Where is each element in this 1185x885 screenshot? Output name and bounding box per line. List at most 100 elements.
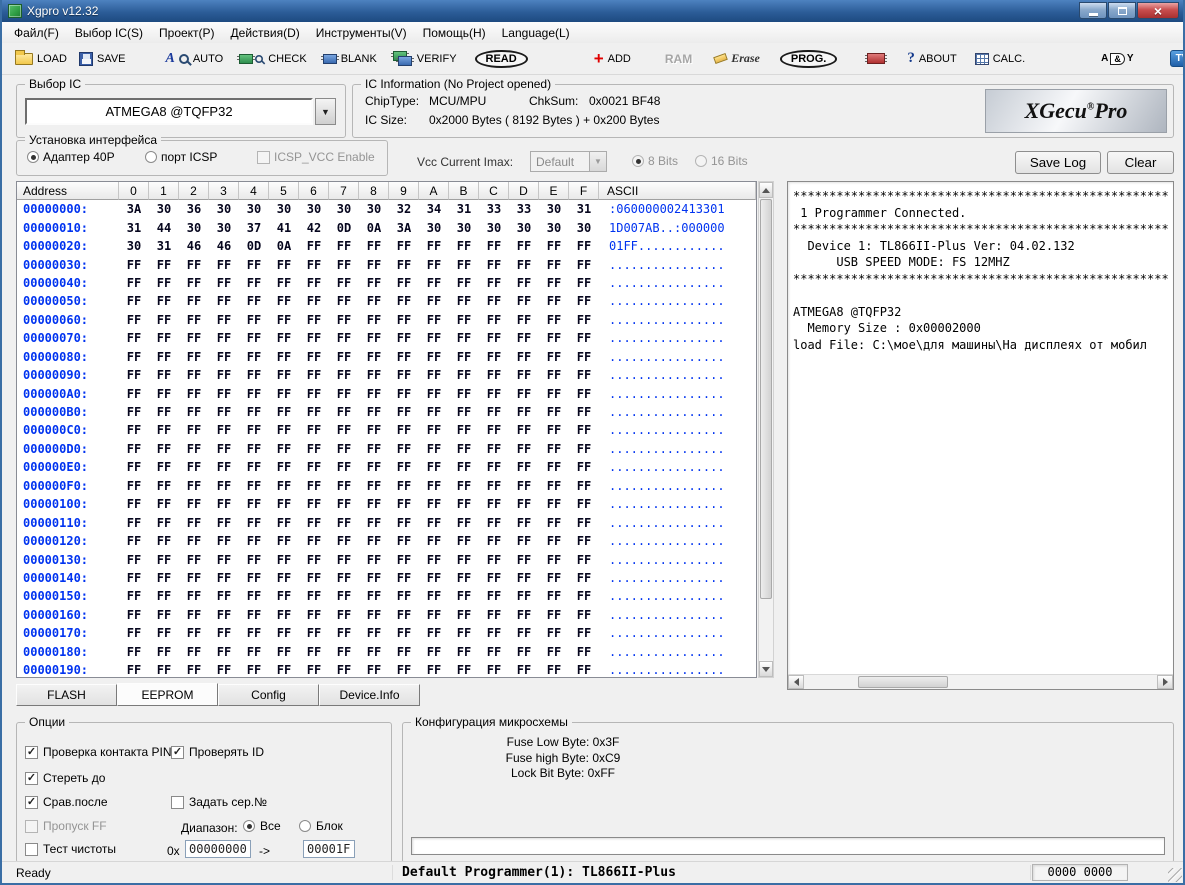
blank-button[interactable]: BLANK [320,51,380,67]
hex-byte[interactable]: FF [119,626,149,640]
hex-byte[interactable]: FF [329,497,359,511]
hex-byte[interactable]: FF [479,589,509,603]
scrollbar-thumb[interactable] [858,676,948,688]
hex-ascii[interactable]: ................ [599,479,756,493]
hex-byte[interactable]: FF [539,645,569,659]
hex-byte[interactable]: FF [269,294,299,308]
hex-byte[interactable]: FF [449,608,479,622]
hex-byte[interactable]: FF [329,313,359,327]
hex-byte[interactable]: FF [149,313,179,327]
hex-byte[interactable]: FF [419,368,449,382]
hex-byte[interactable]: FF [329,589,359,603]
hex-ascii[interactable]: ................ [599,387,756,401]
hex-byte[interactable]: FF [449,479,479,493]
hex-byte[interactable]: FF [239,368,269,382]
range-block-radio[interactable]: Блок [299,819,343,833]
hex-byte[interactable]: 30 [209,202,239,216]
hex-column-header[interactable]: 9 [389,182,419,200]
hex-byte[interactable]: FF [569,516,599,530]
hex-byte[interactable]: FF [299,553,329,567]
id-check-checkbox[interactable]: Проверять ID [171,745,264,759]
hex-byte[interactable]: FF [329,608,359,622]
hex-byte[interactable]: FF [119,331,149,345]
hex-byte[interactable]: FF [539,663,569,677]
hex-byte[interactable]: FF [179,460,209,474]
hex-byte[interactable]: FF [449,239,479,253]
hex-byte[interactable]: FF [389,589,419,603]
hex-byte[interactable]: FF [449,294,479,308]
hex-byte[interactable]: FF [239,405,269,419]
hex-byte[interactable]: FF [209,368,239,382]
hex-byte[interactable]: FF [149,553,179,567]
hex-byte[interactable]: FF [119,589,149,603]
hex-byte[interactable]: FF [329,553,359,567]
hex-byte[interactable]: FF [389,608,419,622]
hex-byte[interactable]: FF [539,258,569,272]
hex-byte[interactable]: FF [269,663,299,677]
hex-byte[interactable]: FF [239,553,269,567]
hex-byte[interactable]: FF [299,534,329,548]
hex-byte[interactable]: FF [389,313,419,327]
hex-byte[interactable]: FF [179,626,209,640]
hex-byte[interactable]: FF [149,294,179,308]
hex-byte[interactable]: FF [179,516,209,530]
hex-byte[interactable]: FF [359,516,389,530]
hex-byte[interactable]: FF [509,663,539,677]
hex-vertical-scrollbar[interactable] [758,181,774,678]
hex-byte[interactable]: FF [179,350,209,364]
hex-byte[interactable]: FF [359,460,389,474]
hex-byte[interactable]: FF [209,405,239,419]
hex-byte[interactable]: 31 [119,221,149,235]
hex-byte[interactable]: FF [389,663,419,677]
hex-ascii[interactable]: ................ [599,460,756,474]
hex-byte[interactable]: FF [119,313,149,327]
hex-byte[interactable]: FF [329,534,359,548]
serial-number-checkbox[interactable]: Задать сер.№ [171,795,267,809]
hex-byte[interactable]: FF [419,258,449,272]
ascii-column-header[interactable]: ASCII [599,182,756,200]
hex-byte[interactable]: FF [569,663,599,677]
ic-select-value[interactable]: ATMEGA8 @TQFP32 [25,98,313,125]
resize-grip[interactable] [1168,868,1182,882]
hex-byte[interactable]: FF [329,239,359,253]
hex-byte[interactable]: FF [449,460,479,474]
hex-byte[interactable]: FF [359,423,389,437]
hex-byte[interactable]: FF [299,479,329,493]
hex-byte[interactable]: FF [359,571,389,585]
hex-byte[interactable]: FF [269,516,299,530]
hex-byte[interactable]: FF [509,331,539,345]
hex-byte[interactable]: FF [269,571,299,585]
hex-byte[interactable]: FF [239,479,269,493]
hex-byte[interactable]: FF [269,608,299,622]
hex-byte[interactable]: FF [269,589,299,603]
hex-byte[interactable]: FF [539,294,569,308]
logic-test-button[interactable]: A&Y [1098,51,1136,67]
hex-byte[interactable]: FF [209,442,239,456]
hex-byte[interactable]: FF [539,589,569,603]
hex-byte[interactable]: FF [119,534,149,548]
hex-byte[interactable]: FF [269,442,299,456]
hex-byte[interactable]: FF [569,645,599,659]
hex-ascii[interactable]: ................ [599,516,756,530]
title-bar[interactable]: Xgpro v12.32 × [2,0,1183,22]
hex-byte[interactable]: FF [449,497,479,511]
hex-byte[interactable]: 41 [269,221,299,235]
hex-byte[interactable]: FF [179,553,209,567]
hex-byte[interactable]: FF [149,626,179,640]
hex-byte[interactable]: FF [239,331,269,345]
hex-byte[interactable]: 30 [179,221,209,235]
hex-byte[interactable]: FF [329,387,359,401]
tab-device-info[interactable]: Device.Info [319,684,420,706]
hex-byte[interactable]: 33 [479,202,509,216]
hex-byte[interactable]: FF [419,405,449,419]
hex-byte[interactable]: FF [569,534,599,548]
hex-ascii[interactable]: ................ [599,589,756,603]
hex-byte[interactable]: 46 [209,239,239,253]
hex-byte[interactable]: FF [359,626,389,640]
hex-byte[interactable]: FF [119,663,149,677]
hex-byte[interactable]: FF [149,516,179,530]
hex-byte[interactable]: FF [119,350,149,364]
hex-byte[interactable]: FF [179,368,209,382]
hex-byte[interactable]: FF [389,497,419,511]
hex-byte[interactable]: FF [509,258,539,272]
